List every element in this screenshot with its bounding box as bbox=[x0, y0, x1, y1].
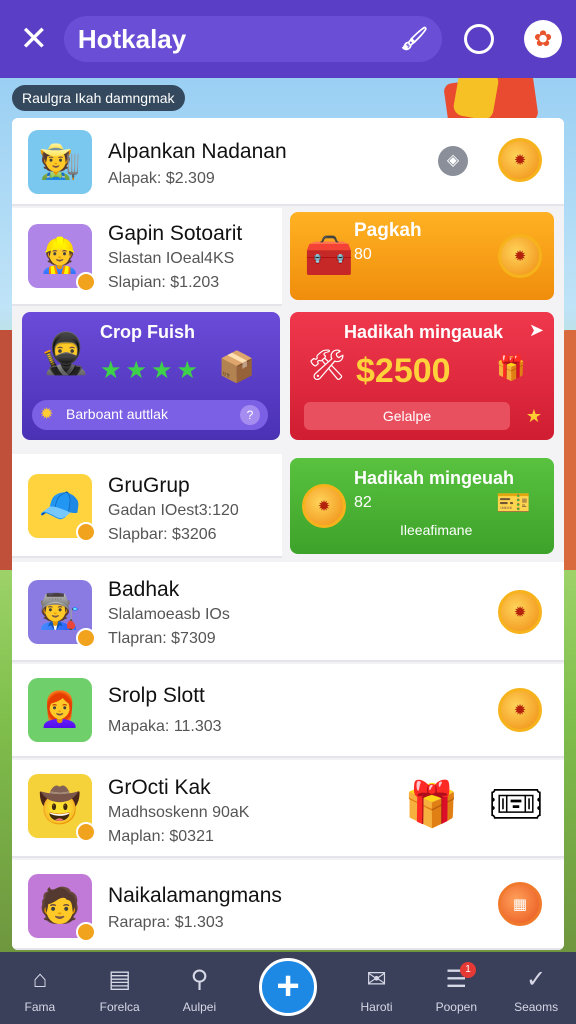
nav-item-home[interactable]: ⌂ Fama bbox=[0, 952, 80, 1024]
item-price: Slapbar: $3206 bbox=[108, 526, 217, 543]
character-icon: 🥷 bbox=[40, 332, 90, 376]
coin-icon: ✹ bbox=[302, 484, 346, 528]
avatar: 🧑‍🌾 bbox=[28, 130, 92, 194]
close-icon[interactable]: ✕ bbox=[14, 19, 54, 59]
card-title: Crop Fuish bbox=[100, 322, 195, 342]
list-item[interactable]: 🤠 GrOcti Kak Madhsoskenn 90aK Maplan: $0… bbox=[12, 760, 564, 858]
check-icon: ✓ bbox=[526, 966, 547, 993]
nav-item-check[interactable]: ✓ Seaoms bbox=[496, 952, 576, 1024]
nav-label: Haroti bbox=[360, 1000, 393, 1014]
item-name: Gapin Sotoarit bbox=[108, 222, 243, 245]
nav-label: Seaoms bbox=[514, 1000, 559, 1014]
filter-chip[interactable]: Raulgra Ikah damngmak bbox=[12, 85, 185, 111]
list-item[interactable]: 🧑 Naikalamangmans Rarapra: $1.303 ▦ bbox=[12, 860, 564, 950]
chest-icon: 🧰 bbox=[304, 234, 354, 278]
card-action-button[interactable]: Gelalpe bbox=[304, 402, 510, 430]
item-detail: Slastan IOeal4KS bbox=[108, 250, 235, 267]
avatar: 🧢 bbox=[28, 474, 96, 542]
nav-label: Aulpei bbox=[182, 1000, 217, 1014]
chat-icon: ✉ bbox=[366, 966, 387, 993]
item-price: Alapak: $2.309 bbox=[108, 170, 215, 187]
coin-icon: ✹ bbox=[498, 138, 542, 182]
search-icon[interactable] bbox=[464, 24, 495, 54]
card-title: Hadikah mingauak bbox=[344, 322, 504, 342]
search-icon: ⚲ bbox=[190, 966, 209, 993]
item-price: Mapaka: 11.303 bbox=[108, 718, 222, 735]
ticket-icon[interactable]: 🎟 bbox=[488, 778, 544, 830]
item-detail: Gadan IOest3:120 bbox=[108, 502, 239, 519]
calendar-icon[interactable]: ▦ bbox=[498, 882, 542, 926]
item-name: GrOcti Kak bbox=[108, 776, 211, 799]
nav-item-store[interactable]: ▤ Forelca bbox=[80, 952, 160, 1024]
avatar: 🧑 bbox=[28, 874, 96, 942]
top-app-bar: ✕ Hotkalay 🖌 ✿ bbox=[0, 0, 576, 78]
nav-item-search[interactable]: ⚲ Aulpei bbox=[160, 952, 240, 1024]
star-icon: ★ bbox=[100, 357, 122, 384]
gift-icon: 🎁 bbox=[496, 355, 526, 382]
coin-icon: ✹ bbox=[498, 234, 542, 278]
stars-card[interactable]: 🥷 Crop Fuish ★ ★ ★ ★ 📦 ✹ Barboant auttlak ? bbox=[22, 312, 280, 440]
card-footer-label: Ileeafimane bbox=[400, 522, 473, 538]
item-name: Badhak bbox=[108, 578, 180, 601]
list-item[interactable]: 🧢 GruGrup Gadan IOest3:120 Slapbar: $320… bbox=[12, 454, 282, 558]
star-icon: ★ bbox=[125, 357, 148, 384]
reward-card-green[interactable]: ✹ Hadikah mingeuah 82 🎫 Ileeafimane bbox=[290, 458, 554, 554]
add-button[interactable]: + bbox=[259, 958, 317, 1016]
brush-icon[interactable]: 🖌 bbox=[400, 26, 428, 52]
list-item[interactable]: 🧑‍🌾 Alpankan Nadanan Alapak: $2.309 ◈ ✹ bbox=[12, 118, 564, 206]
card-value: 82 bbox=[354, 494, 372, 511]
item-detail: Slalamoeasb IOs bbox=[108, 606, 230, 623]
list-item[interactable]: 👷 Gapin Sotoarit Slastan IOeal4KS Slapia… bbox=[12, 208, 282, 306]
app-title: Hotkalay bbox=[77, 23, 187, 54]
item-price: Maplan: $0321 bbox=[108, 828, 214, 845]
nav-label: Poopen bbox=[435, 1000, 477, 1014]
nav-item-news[interactable]: ☰ Poopen bbox=[416, 952, 496, 1024]
tag-icon[interactable]: ◈ bbox=[438, 146, 468, 176]
gift-box-icon[interactable]: 🎁 bbox=[404, 778, 459, 830]
send-icon[interactable]: ➤ bbox=[529, 320, 544, 341]
item-detail: Madhsoskenn 90aK bbox=[108, 804, 250, 821]
item-name: Srolp Slott bbox=[108, 684, 205, 707]
nav-item-chat[interactable]: ✉ Haroti bbox=[337, 952, 417, 1024]
card-value: 80 bbox=[354, 246, 372, 263]
ticket-icon: 🎫 bbox=[496, 487, 531, 518]
coin-icon: ✹ bbox=[498, 590, 542, 634]
reward-card-red[interactable]: Hadikah mingauak ➤ 🛠 $2500 🎁 Gelalpe ★ bbox=[290, 312, 554, 440]
coin-icon: ✹ bbox=[498, 688, 542, 732]
item-price: Tlapran: $7309 bbox=[108, 630, 216, 647]
list-panel: 🧑‍🌾 Alpankan Nadanan Alapak: $2.309 ◈ ✹ … bbox=[12, 118, 564, 950]
avatar: 🤠 bbox=[28, 774, 96, 842]
avatar: 👷 bbox=[28, 224, 96, 292]
sun-icon: ✹ bbox=[40, 406, 54, 423]
card-footer-label: Barboant auttlak bbox=[66, 406, 168, 422]
nav-label: Fama bbox=[24, 1000, 56, 1014]
list-item[interactable]: 🧑‍🏭 Badhak Slalamoeasb IOs Tlapran: $730… bbox=[12, 562, 564, 662]
title-bar[interactable]: Hotkalay 🖌 bbox=[63, 16, 443, 62]
card-footer[interactable]: ✹ Barboant auttlak ? bbox=[32, 400, 268, 430]
profile-icon[interactable]: ✿ bbox=[524, 20, 562, 58]
item-price: Slapian: $1.203 bbox=[108, 274, 220, 291]
star-icon: ★ bbox=[151, 357, 173, 384]
crate-icon: 📦 bbox=[218, 351, 256, 384]
item-price: Rarapra: $1.303 bbox=[108, 914, 224, 931]
notification-badge: 1 bbox=[460, 962, 476, 978]
avatar: 👩‍🦰 bbox=[28, 678, 92, 742]
home-icon: ⌂ bbox=[32, 966, 48, 993]
card-value: $2500 bbox=[356, 352, 451, 390]
nav-label: Forelca bbox=[99, 1000, 140, 1014]
star-icon: ★ bbox=[176, 357, 199, 384]
star-rating: ★ ★ ★ ★ bbox=[100, 356, 202, 385]
card-title: Pagkah bbox=[354, 220, 422, 241]
info-icon[interactable]: ? bbox=[240, 405, 260, 425]
tools-icon: 🛠 bbox=[308, 349, 347, 382]
star-icon: ★ bbox=[525, 406, 542, 426]
store-icon: ▤ bbox=[108, 966, 132, 993]
reward-card-orange[interactable]: 🧰 Pagkah 80 ✹ bbox=[290, 212, 554, 300]
item-name: GruGrup bbox=[108, 474, 190, 497]
list-item[interactable]: 👩‍🦰 Srolp Slott Mapaka: 11.303 ✹ bbox=[12, 664, 564, 758]
card-title: Hadikah mingeuah bbox=[354, 468, 515, 488]
avatar: 🧑‍🏭 bbox=[28, 580, 96, 648]
item-name: Naikalamangmans bbox=[108, 884, 282, 907]
item-name: Alpankan Nadanan bbox=[108, 140, 287, 163]
